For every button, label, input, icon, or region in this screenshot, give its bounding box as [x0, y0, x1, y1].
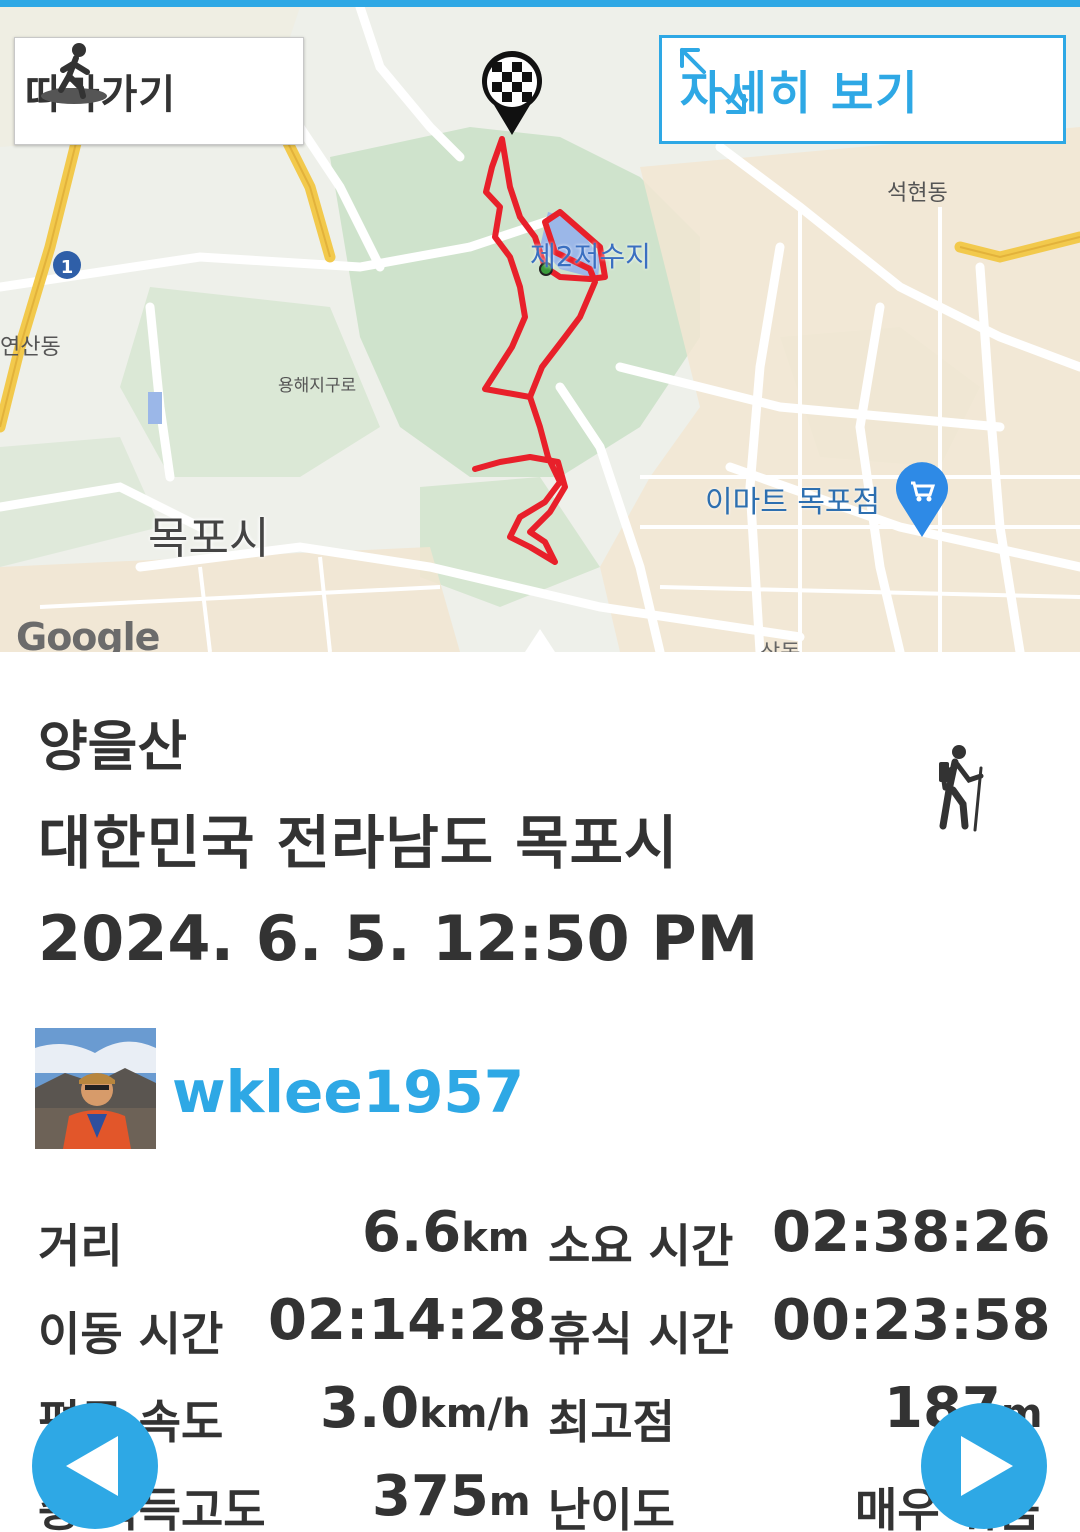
view-detail-button[interactable]: 자세히 보기: [659, 35, 1066, 144]
duration-label: 소요 시간: [548, 1219, 734, 1273]
total-climb-stat: 375m: [372, 1464, 531, 1529]
hiker-icon: [939, 745, 984, 832]
follow-button[interactable]: 따라가기: [14, 37, 304, 145]
moving-time-label: 이동 시간: [38, 1307, 224, 1361]
user-avatar[interactable]: [35, 1028, 156, 1149]
google-logo: Google: [16, 615, 160, 652]
map-label-sangdong: 상동: [760, 635, 800, 652]
map-label-reservoir: 제2저수지: [530, 240, 651, 273]
total-climb-unit: m: [488, 1479, 531, 1525]
next-button[interactable]: [921, 1403, 1047, 1529]
rest-time-value: 00:23:58: [772, 1288, 1051, 1353]
distance-unit: km: [461, 1215, 530, 1261]
triangle-left-icon: [66, 1436, 118, 1496]
avg-speed-value: 3.0: [320, 1376, 420, 1441]
top-accent-strip: [0, 0, 1080, 7]
map-label-city: 목포시: [148, 513, 270, 564]
rest-time-label: 휴식 시간: [548, 1307, 734, 1361]
avg-speed-unit: km/h: [419, 1391, 531, 1437]
moving-time-value: 02:14:28: [268, 1288, 547, 1353]
walking-person-icon: [41, 43, 107, 104]
avg-speed-stat: 3.0km/h: [320, 1376, 531, 1441]
map-label-emart: 이마트 목포점: [705, 485, 881, 520]
expand-arrows-icon: [680, 48, 746, 114]
max-altitude-label: 최고점: [548, 1395, 675, 1449]
map-label-yeonsan: 연산동: [0, 335, 61, 360]
route-map[interactable]: 1 목포시 이마트 목포점 제2저수지 석현동 상동: [0, 7, 1080, 652]
triangle-right-icon: [961, 1436, 1013, 1496]
map-label-seokhyeon: 석현동: [887, 181, 948, 206]
trail-datetime: 2024. 6. 5. 12:50 PM: [38, 902, 759, 975]
previous-button[interactable]: [32, 1403, 158, 1529]
difficulty-label: 난이도: [548, 1483, 675, 1532]
total-climb-value: 375: [372, 1464, 489, 1529]
trail-name: 양을산: [38, 715, 188, 778]
map-label-road: 용해지구로: [278, 376, 357, 396]
distance-label: 거리: [38, 1219, 123, 1273]
username-link[interactable]: wklee1957: [172, 1058, 524, 1126]
distance-stat: 6.6km: [362, 1200, 529, 1265]
avatar-photo: [35, 1028, 156, 1149]
trail-location: 대한민국 전라남도 목포시: [38, 809, 679, 877]
distance-value: 6.6: [362, 1200, 462, 1265]
svg-text:1: 1: [61, 257, 74, 278]
duration-value: 02:38:26: [772, 1200, 1051, 1265]
